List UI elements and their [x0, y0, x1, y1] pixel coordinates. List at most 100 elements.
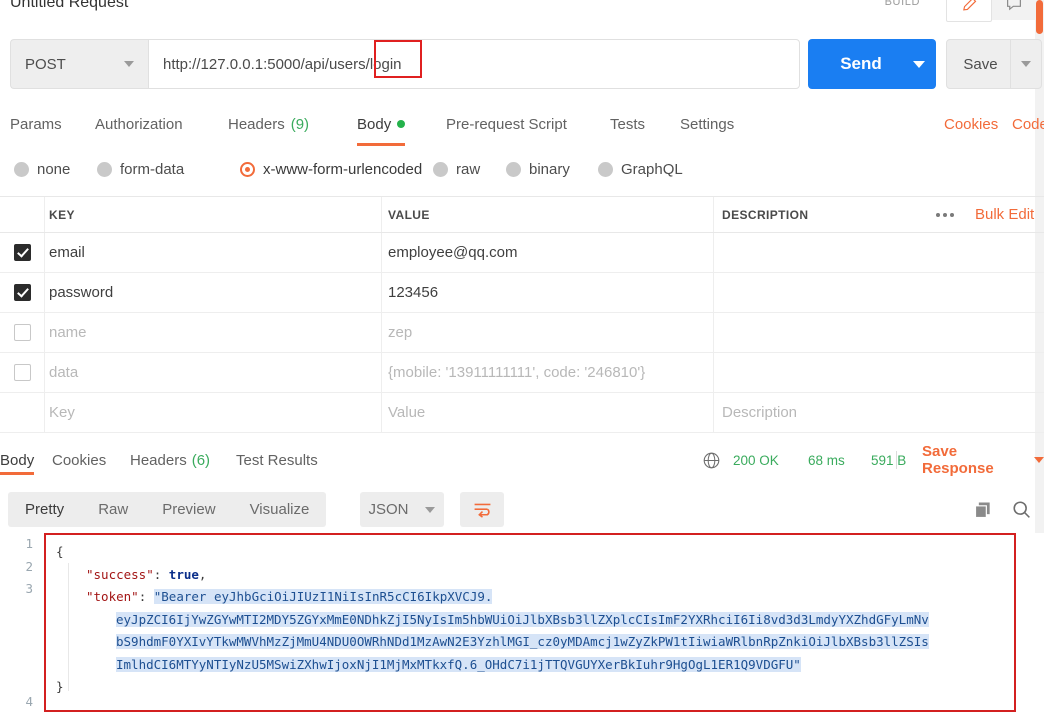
response-right-icons	[973, 492, 1032, 527]
row-checkbox[interactable]	[0, 353, 44, 392]
tab-authorization[interactable]: Authorization	[95, 106, 183, 142]
table-options-button[interactable]	[925, 203, 965, 226]
json-close-brace: }	[56, 679, 64, 694]
new-row-value-input[interactable]: Value	[381, 393, 713, 432]
response-size: 591 B	[871, 452, 907, 468]
tab-settings[interactable]: Settings	[680, 106, 734, 142]
tab-body[interactable]: Body	[357, 106, 406, 146]
ellipsis-icon	[936, 212, 940, 217]
tab-count: (9)	[290, 115, 310, 133]
row-key-input[interactable]: email	[44, 233, 381, 272]
url-text: http://127.0.0.1:5000/api/users/login	[163, 55, 402, 73]
word-wrap-button[interactable]	[460, 492, 504, 527]
tab-pre-request-script[interactable]: Pre-request Script	[446, 106, 567, 142]
checkbox-unchecked-icon	[13, 364, 31, 381]
tab-tests[interactable]: Tests	[610, 106, 645, 142]
line-number-spacer	[0, 601, 33, 691]
json-key-success: "success"	[86, 566, 154, 582]
row-value-input[interactable]: employee@qq.com	[381, 233, 713, 272]
search-icon[interactable]	[1011, 499, 1032, 520]
row-description-input[interactable]	[713, 313, 1044, 352]
response-tab-body[interactable]: Body	[0, 443, 35, 477]
new-row-key-input[interactable]: Key	[44, 393, 381, 432]
radio-label: none	[37, 160, 71, 178]
radio-binary[interactable]: binary	[506, 155, 570, 183]
format-label: JSON	[368, 501, 409, 518]
radio-icon	[97, 161, 112, 177]
code-link[interactable]: Code	[1012, 106, 1044, 142]
view-preview[interactable]: Preview	[145, 492, 232, 527]
cookies-label: Cookies	[944, 115, 999, 133]
radio-raw[interactable]: raw	[433, 155, 480, 183]
row-description-input[interactable]	[713, 273, 1044, 312]
request-title-bar: Untitled Request BUILD	[0, 0, 1044, 26]
row-key-input[interactable]: name	[44, 313, 381, 352]
chevron-down-icon	[124, 61, 134, 67]
view-raw[interactable]: Raw	[81, 492, 145, 527]
word-wrap-icon	[474, 503, 490, 518]
json-value-success: true	[168, 566, 199, 582]
comments-button[interactable]	[992, 0, 1036, 20]
json-code[interactable]: { "success": true, "token": "Bearer eyJh…	[56, 541, 1016, 699]
row-checkbox[interactable]	[0, 313, 44, 352]
checkbox-unchecked-icon	[13, 324, 31, 341]
new-row-description-input[interactable]: Description	[713, 393, 1044, 432]
row-checkbox[interactable]	[0, 393, 44, 432]
url-input[interactable]: http://127.0.0.1:5000/api/users/login	[148, 39, 800, 89]
send-button[interactable]: Send	[808, 39, 936, 89]
body-present-dot-icon	[397, 120, 406, 128]
view-pretty[interactable]: Pretty	[8, 492, 81, 527]
line-number-gutter: 1 2 3 4	[0, 533, 42, 712]
save-label: Save	[963, 55, 998, 73]
response-tab-cookies[interactable]: Cookies	[52, 443, 106, 477]
cookies-link[interactable]: Cookies	[944, 106, 998, 142]
table-row[interactable]: email employee@qq.com	[0, 233, 1044, 273]
table-row[interactable]: name zep	[0, 313, 1044, 353]
view-visualize[interactable]: Visualize	[233, 492, 327, 527]
row-key-input[interactable]: password	[44, 273, 381, 312]
radio-form-data[interactable]: form-data	[97, 155, 184, 183]
active-tab-underline	[357, 143, 406, 146]
build-label: BUILD	[884, 0, 920, 8]
radio-icon	[506, 161, 521, 177]
tab-headers[interactable]: Headers (9)	[228, 106, 309, 142]
table-row-placeholder[interactable]: Key Value Description	[0, 393, 1044, 433]
copy-icon[interactable]	[973, 500, 993, 520]
tab-params[interactable]: Params	[10, 106, 62, 142]
row-description-input[interactable]	[713, 353, 1044, 392]
row-value-input[interactable]: {mobile: '13911111111', code: '246810'}	[381, 353, 713, 392]
radio-x-www-form-urlencoded[interactable]: x-www-form-urlencoded	[240, 155, 422, 183]
code-label: Code	[1012, 115, 1044, 133]
radio-graphql[interactable]: GraphQL	[598, 155, 683, 183]
save-request-button[interactable]: Save	[946, 39, 1042, 89]
row-value-input[interactable]: 123456	[381, 273, 713, 312]
row-checkbox[interactable]	[0, 273, 44, 312]
response-format-select[interactable]: JSON	[360, 492, 444, 527]
row-value-input[interactable]: zep	[381, 313, 713, 352]
save-response-button[interactable]: Save Response	[922, 443, 1044, 477]
json-value-token-line-4: ImlhdCI6MTYyNTIyNzU5MSwiZXhwIjoxNjI1MjMx…	[116, 656, 801, 672]
radio-icon	[598, 161, 613, 177]
radio-none[interactable]: none	[14, 155, 70, 183]
save-options-button[interactable]	[1010, 40, 1041, 88]
line-number: 3	[25, 581, 33, 596]
row-description-input[interactable]	[713, 233, 1044, 272]
response-tab-test-results[interactable]: Test Results	[236, 443, 318, 477]
chevron-down-icon	[425, 506, 436, 513]
row-key-input[interactable]: data	[44, 353, 381, 392]
send-options-button[interactable]	[902, 60, 936, 68]
response-tab-headers[interactable]: Headers (6)	[130, 443, 210, 477]
row-checkbox[interactable]	[0, 233, 44, 272]
line-number: 4	[25, 693, 33, 709]
bulk-edit-button[interactable]: Bulk Edit	[975, 197, 1034, 232]
edit-request-button[interactable]	[946, 0, 992, 22]
response-status: 200 OK	[733, 452, 779, 468]
table-row[interactable]: data {mobile: '13911111111', code: '2468…	[0, 353, 1044, 393]
tab-count: (6)	[191, 451, 211, 469]
active-tab-underline	[0, 472, 35, 475]
vertical-scrollbar-thumb[interactable]	[1036, 0, 1043, 34]
http-method-select[interactable]: POST	[10, 39, 148, 89]
table-row[interactable]: password 123456	[0, 273, 1044, 313]
tab-label: Tests	[610, 115, 646, 133]
radio-icon-selected	[240, 161, 255, 177]
